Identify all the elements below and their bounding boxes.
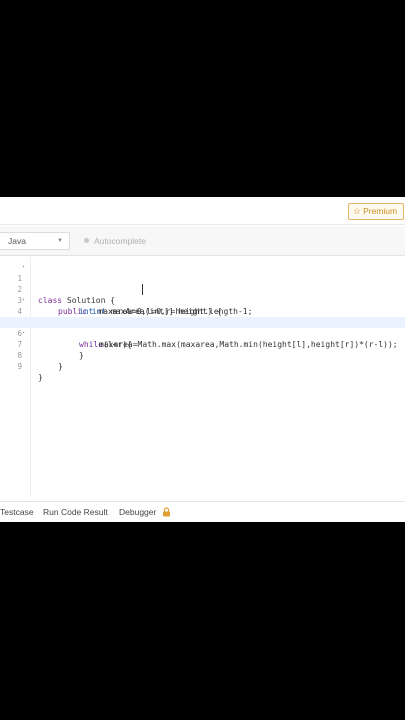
tab-testcase[interactable]: Testcase [0,502,34,522]
code-line-4[interactable]: 4 [0,295,405,316]
top-header: ☆ Premium [0,197,405,225]
code-line-2[interactable]: 2 ▾ public int maxArea(int[] height) { [0,273,405,316]
leetcode-editor-screen: ☆ Premium Java ▼ Autocomplete 1 ▾ class S… [0,197,405,522]
tab-debugger[interactable]: Debugger [119,502,171,522]
code-line-3[interactable]: 3 int maxarea=0,l=0,r=height.length-1; [0,284,405,316]
code-line-1[interactable]: 1 ▾ class Solution { [0,262,405,305]
code-text: } [58,362,63,371]
star-icon: ☆ [353,206,362,216]
code-editor[interactable]: 1 ▾ class Solution { 2 ▾ public int maxA… [0,257,405,497]
editor-toolbar: Java ▼ Autocomplete [0,226,405,256]
language-value: Java [8,236,26,246]
line-number: 9 [17,362,22,371]
debugger-label: Debugger [119,507,157,517]
bottom-tab-bar: Testcase Run Code Result Debugger [0,501,405,522]
premium-label: Premium [363,206,398,216]
lock-icon [162,507,170,517]
fold-arrow-icon[interactable]: ▾ [22,262,25,273]
toggle-dot-icon [84,238,89,243]
language-select[interactable]: Java ▼ [0,232,70,250]
code-text: } [38,373,43,382]
code-line-7[interactable]: 7 } [0,328,405,360]
code-line-5[interactable]: 5 ▾ while(l<r){ [0,306,405,349]
autocomplete-label: Autocomplete [94,236,146,246]
tab-run-code-result[interactable]: Run Code Result [43,502,108,522]
code-line-8[interactable]: 8 } [0,339,405,371]
premium-button[interactable]: ☆ Premium [348,203,404,220]
code-line-9[interactable]: 9 } [0,350,405,382]
chevron-down-icon: ▼ [57,238,63,244]
text-cursor [142,284,143,295]
code-line-6[interactable]: 6 maxarea=Math.max(maxarea,Math.min(heig… [0,317,405,349]
autocomplete-toggle[interactable]: Autocomplete [84,232,146,250]
